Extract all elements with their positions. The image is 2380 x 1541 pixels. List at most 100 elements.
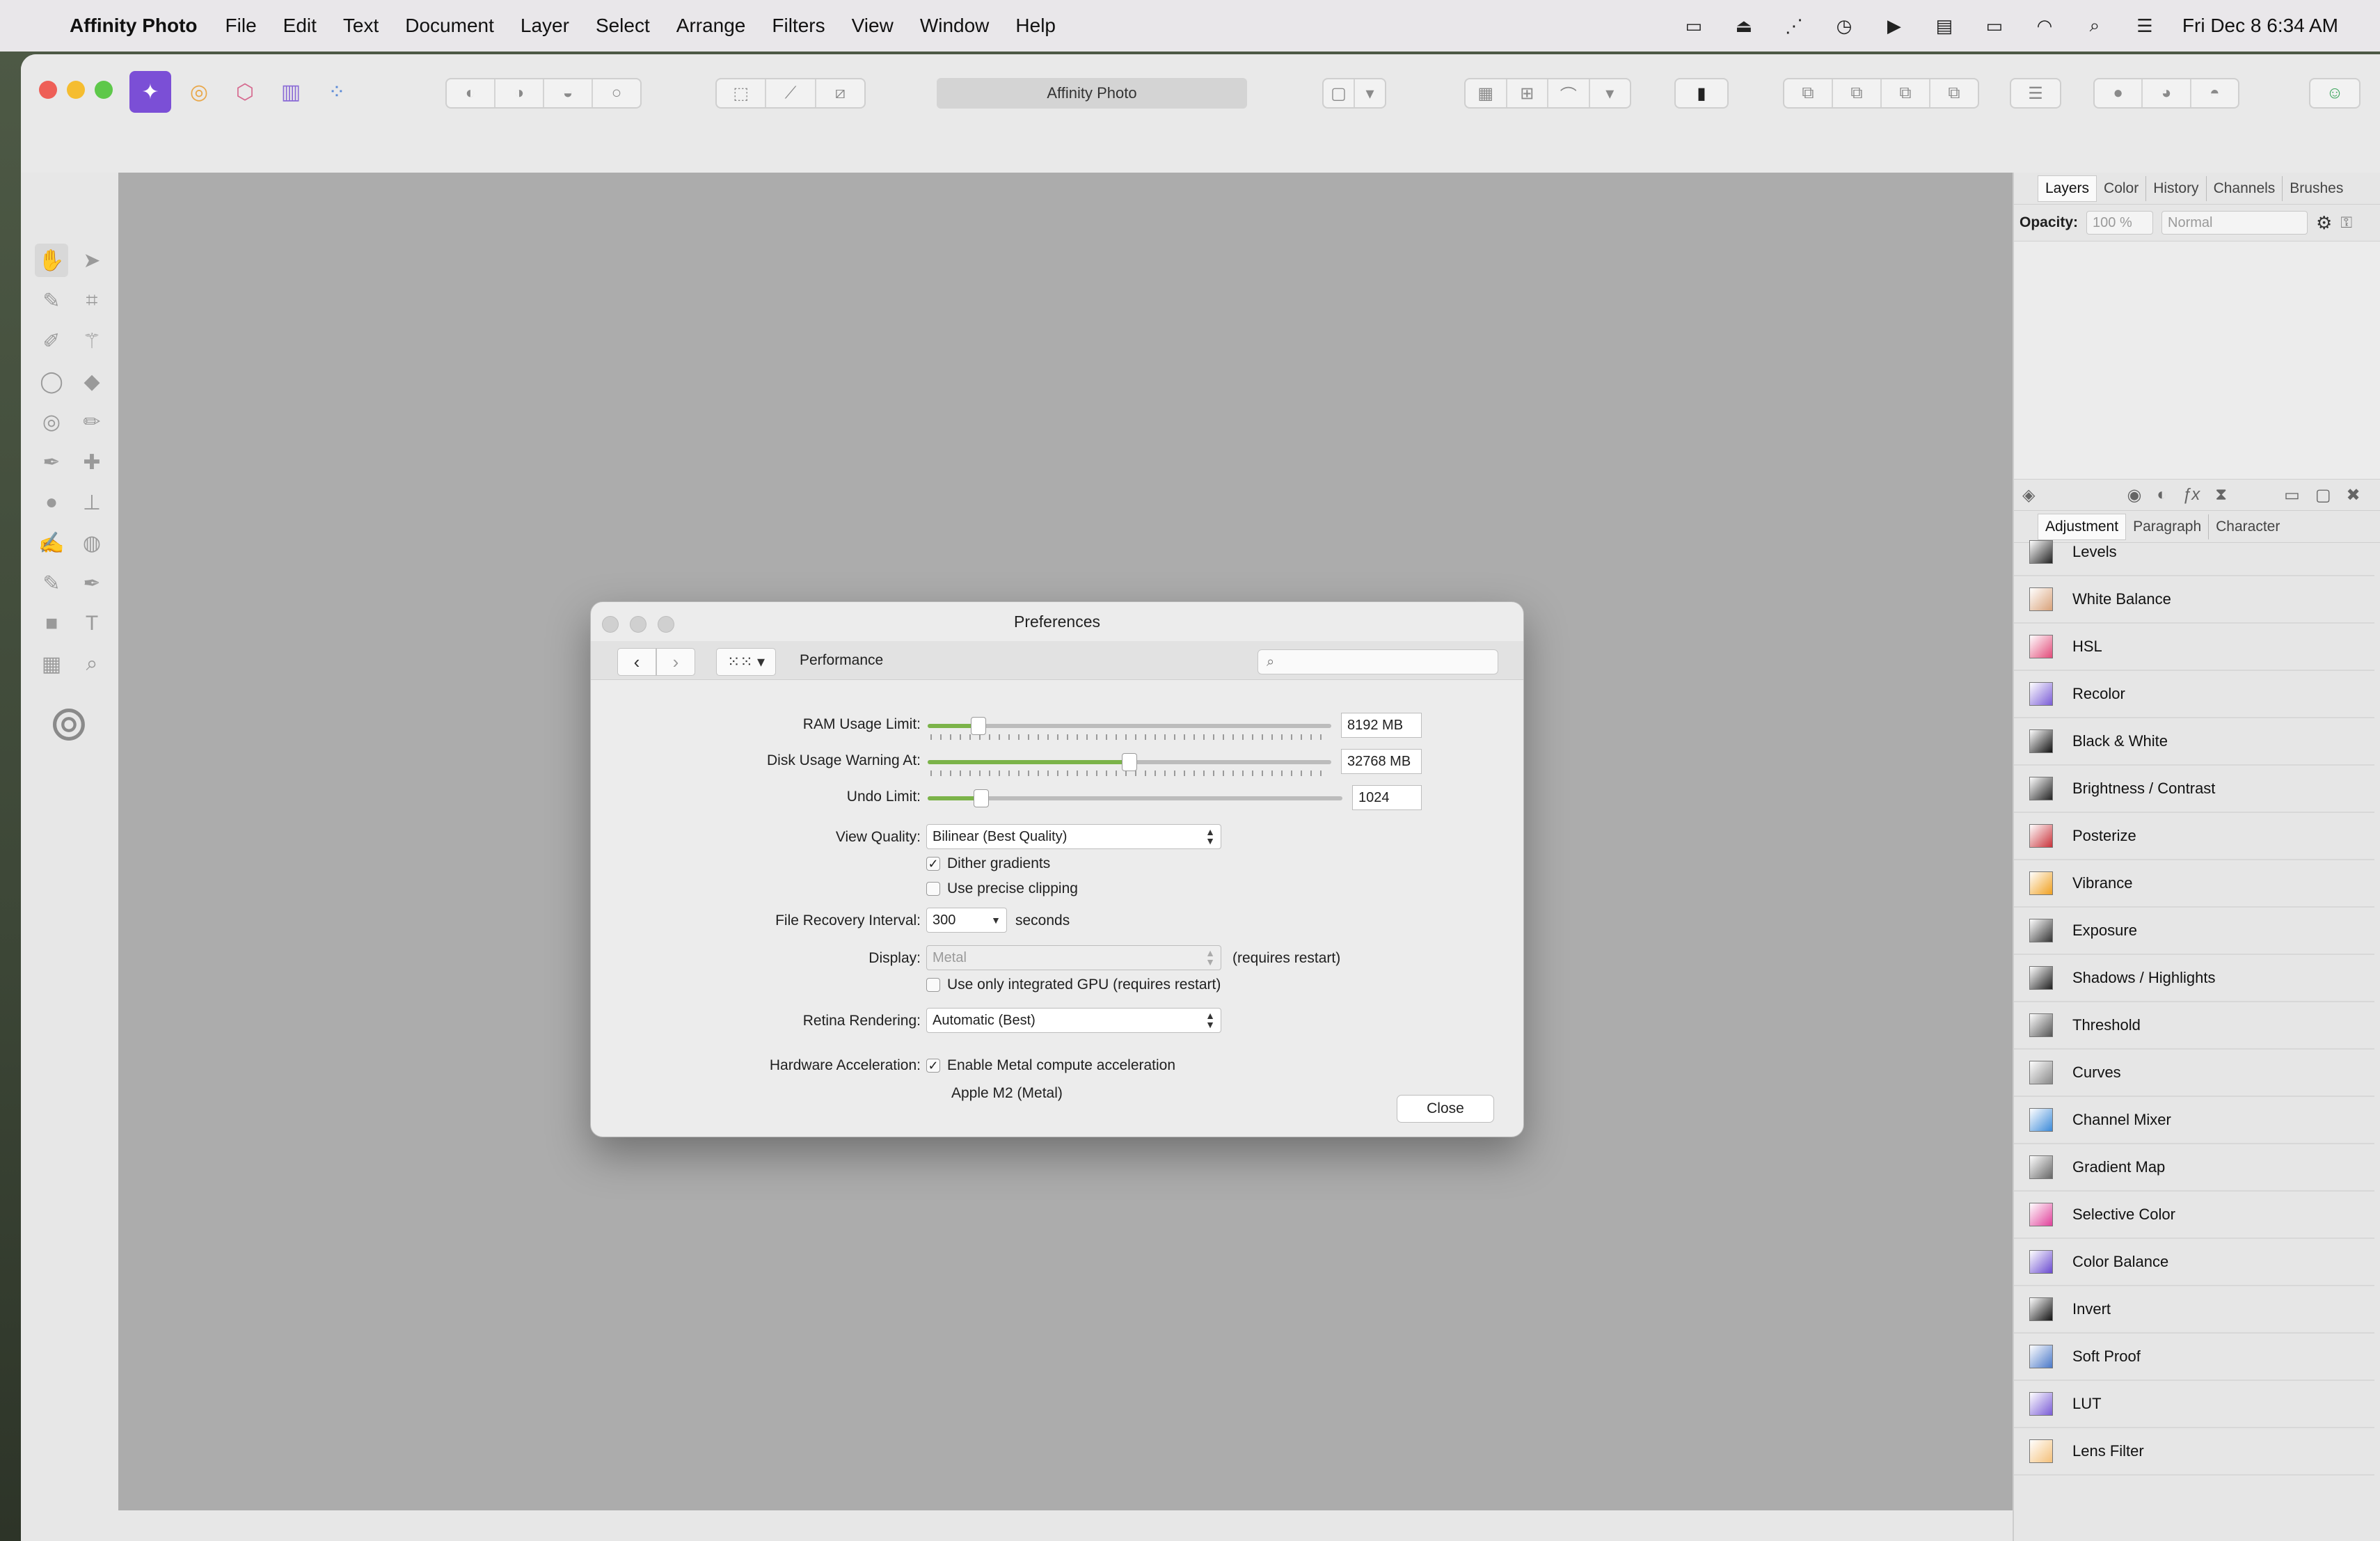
tab-color[interactable]: Color <box>2097 175 2147 201</box>
text-tool-icon[interactable]: T <box>75 607 109 640</box>
adjustment-item[interactable]: Invert <box>2014 1286 2374 1334</box>
blend-mode-select[interactable]: Normal <box>2161 211 2308 235</box>
show-all-grid-icon[interactable]: ⁙⁙ ▾ <box>716 648 776 676</box>
layers-list[interactable] <box>2014 241 2380 479</box>
dither-checkbox[interactable]: ✓ <box>926 857 940 871</box>
adjustment-item[interactable]: LUT <box>2014 1381 2374 1428</box>
adjustment-item[interactable]: Levels <box>2014 529 2374 576</box>
adjustment-item[interactable]: Selective Color <box>2014 1192 2374 1239</box>
color-swatch-icon[interactable]: ⊚ <box>38 692 100 754</box>
live-filter-icon[interactable]: ⧗ <box>2215 485 2227 505</box>
tab-brushes[interactable]: Brushes <box>2283 176 2350 201</box>
color-picker-tool-icon[interactable]: ✎ <box>35 284 68 317</box>
adjustment-item[interactable]: White Balance <box>2014 576 2374 624</box>
view-quality-select[interactable]: Bilinear (Best Quality) ▲ ▼ <box>926 824 1221 849</box>
menu-document[interactable]: Document <box>405 15 494 37</box>
dialog-zoom-dot[interactable] <box>658 616 674 633</box>
eject-icon[interactable]: ⏏ <box>1731 15 1756 36</box>
new-layer-icon[interactable]: ▢ <box>2315 485 2331 505</box>
fx-icon[interactable]: ƒx <box>2182 485 2200 505</box>
back-button[interactable]: ‹ <box>617 648 656 676</box>
adjustment-item[interactable]: Brightness / Contrast <box>2014 766 2374 813</box>
select-marquee-icon[interactable]: ⬚ <box>717 79 767 107</box>
close-window-button[interactable] <box>39 81 57 99</box>
lasso-tool-icon[interactable]: ◯ <box>35 365 68 398</box>
play-icon[interactable]: ▶ <box>1882 15 1907 36</box>
forward-button[interactable]: › <box>656 648 695 676</box>
crop-tool-icon[interactable]: ⌗ <box>75 284 109 317</box>
tone-mapping-persona-icon[interactable]: ▥ <box>270 71 312 113</box>
time-machine-icon[interactable]: ◷ <box>1832 15 1857 36</box>
dialog-minimize-dot[interactable] <box>630 616 646 633</box>
display-icon[interactable]: ▭ <box>1681 15 1706 36</box>
view-mode-3-icon[interactable]: ◒ <box>544 79 593 107</box>
mask-dropdown-icon[interactable]: ▾ <box>1355 79 1385 107</box>
dodge-tool-icon[interactable]: ◎ <box>35 405 68 438</box>
dialog-close-dot[interactable] <box>602 616 619 633</box>
grid-icon[interactable]: ▦ <box>1466 79 1507 107</box>
arrange-front-icon[interactable]: ⧉ <box>1930 79 1978 107</box>
zoom-window-button[interactable] <box>95 81 113 99</box>
ram-value-field[interactable]: 8192 MB <box>1341 713 1422 738</box>
move-tool-icon[interactable]: ➤ <box>75 244 109 277</box>
hand-tool-icon[interactable]: ✋ <box>35 244 68 277</box>
layers-stack-icon[interactable]: ◈ <box>2022 485 2035 505</box>
pencil-tool-icon[interactable]: ✎ <box>35 567 68 600</box>
recovery-select[interactable]: 300 ▼ <box>926 908 1007 933</box>
menu-file[interactable]: File <box>225 15 257 37</box>
adjustment-item[interactable]: Color Balance <box>2014 1239 2374 1286</box>
magic-wand-tool-icon[interactable]: ⚚ <box>75 324 109 358</box>
precise-clipping-checkbox[interactable] <box>926 882 940 896</box>
menu-filters[interactable]: Filters <box>772 15 825 37</box>
integrated-gpu-checkbox[interactable] <box>926 978 940 992</box>
stamp-tool-icon[interactable]: ⊥ <box>75 486 109 519</box>
snap-dropdown-icon[interactable]: ▾ <box>1590 79 1631 107</box>
menu-text[interactable]: Text <box>343 15 379 37</box>
liquify-persona-icon[interactable]: ◎ <box>178 71 220 113</box>
boolean-intersect-icon[interactable]: ◓ <box>2191 79 2238 107</box>
adjustment-item[interactable]: HSL <box>2014 624 2374 671</box>
gear-icon[interactable]: ⚙ <box>2316 212 2332 234</box>
undo-value-field[interactable]: 1024 <box>1352 785 1422 810</box>
adjustment-item[interactable]: Threshold <box>2014 1002 2374 1050</box>
select-diagonal-icon[interactable]: ⟋ <box>766 79 816 107</box>
tab-layers[interactable]: Layers <box>2038 175 2097 202</box>
group-folder-icon[interactable]: ▭ <box>2284 485 2300 505</box>
adjustment-item[interactable]: Vibrance <box>2014 860 2374 908</box>
adjustment-item[interactable]: Curves <box>2014 1050 2374 1097</box>
tab-history[interactable]: History <box>2146 175 2207 201</box>
ram-slider-knob[interactable] <box>970 717 986 735</box>
display-select[interactable]: Metal ▲ ▼ <box>926 945 1221 970</box>
mask-icon[interactable]: ▢ <box>1324 79 1355 107</box>
adjustment-item[interactable]: Black & White <box>2014 718 2374 766</box>
clone-tool-icon[interactable]: ✒ <box>35 445 68 479</box>
rectangle-tool-icon[interactable]: ■ <box>35 607 68 640</box>
search-input[interactable]: ⌕ <box>1258 649 1498 674</box>
menu-window[interactable]: Window <box>920 15 990 37</box>
mesh-tool-icon[interactable]: ▦ <box>35 647 68 681</box>
arrange-forward-icon[interactable]: ⧉ <box>1882 79 1930 107</box>
undo-slider[interactable] <box>928 789 1342 807</box>
control-center-icon[interactable]: ☰ <box>2132 15 2157 36</box>
adjustment-layer-icon[interactable]: ◐ <box>2157 485 2167 505</box>
menu-arrange[interactable]: Arrange <box>676 15 746 37</box>
select-refine-icon[interactable]: ⧄ <box>816 79 864 107</box>
adjustment-item[interactable]: Shadows / Highlights <box>2014 955 2374 1002</box>
disk-slider[interactable] <box>928 753 1331 771</box>
arrange-backward-icon[interactable]: ⧉ <box>1833 79 1882 107</box>
snap-icon[interactable]: ⊞ <box>1507 79 1548 107</box>
smudge-tool-icon[interactable]: ✍ <box>35 526 68 560</box>
lock-icon[interactable]: ⚿ <box>2340 214 2352 232</box>
search-icon[interactable]: ⌕ <box>2082 15 2107 35</box>
disk-slider-knob[interactable] <box>1122 753 1137 771</box>
ram-slider[interactable] <box>928 717 1331 735</box>
view-mode-2-icon[interactable]: ◑ <box>495 79 544 107</box>
sponge-tool-icon[interactable]: ◍ <box>75 526 109 560</box>
selection-brush-tool-icon[interactable]: ✐ <box>35 324 68 358</box>
retina-select[interactable]: Automatic (Best) ▲ ▼ <box>926 1008 1221 1033</box>
mask-layer-icon[interactable]: ◉ <box>2127 485 2141 505</box>
card-icon[interactable]: ▤ <box>1932 15 1957 36</box>
menu-layer[interactable]: Layer <box>521 15 569 37</box>
arrange-back-icon[interactable]: ⧉ <box>1784 79 1833 107</box>
user-icon[interactable]: ☺ <box>2310 79 2359 107</box>
